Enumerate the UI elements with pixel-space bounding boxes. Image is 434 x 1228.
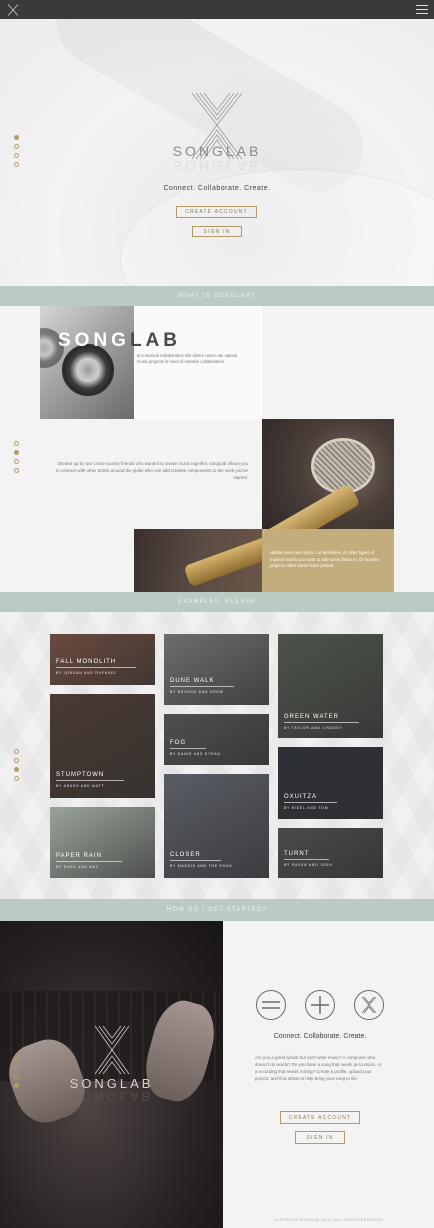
example-tile[interactable]: STUMPTOWN BY ARASH AND MATT — [50, 694, 155, 798]
example-tile[interactable]: FALL MONOLITH BY JORDAN AND RAPHAEL — [50, 634, 155, 685]
upload-card: Upload your own lyrics, compositions, or… — [262, 529, 394, 592]
tile-byline: BY ARASH AND MATT — [56, 784, 105, 788]
hero-brand-reflection: SONGLAB — [172, 158, 262, 174]
started-tagline: Connect. Collaborate. Create. — [273, 1033, 367, 1040]
songlab-x-icon — [354, 990, 384, 1020]
tile-byline: BY DUKE AND AMY — [56, 865, 99, 869]
tile-byline: BY DANIE AND ETHAN — [170, 752, 221, 756]
tile-byline: BY TAYLOR AND LINDSEY — [284, 726, 343, 730]
upload-text: Upload your own lyrics, compositions, or… — [270, 550, 379, 568]
tile-title: CLOSER — [170, 852, 221, 861]
tile-title: GREEN WATER — [284, 714, 360, 723]
get-started-band: HOW DO I GET STARTED? — [0, 899, 434, 921]
tile-title: TURNT — [284, 851, 330, 860]
section-dot[interactable] — [14, 1074, 19, 1079]
tile-title: DUNE WALK — [170, 678, 235, 687]
piano-photo: SONGLAB SONGLAB — [0, 921, 223, 1228]
examples-section-dots — [14, 749, 19, 781]
about-intro: is a musical collaboration site where us… — [137, 353, 238, 364]
example-tile[interactable]: TURNT BY RAVEN AND JOSH — [278, 828, 383, 878]
tile-title: STUMPTOWN — [56, 772, 125, 781]
hero-section: SONGLAB SONGLAB Connect. Collaborate. Cr… — [0, 19, 434, 286]
equals-icon — [256, 990, 286, 1020]
copyright: COPYRIGHT SONGLAB 2015 | ALL RIGHTS RESE… — [273, 1218, 384, 1222]
section-dot[interactable] — [14, 1056, 19, 1061]
what-is-songlab-band: WHAT IS SONGLAB? — [0, 286, 434, 306]
plus-icon — [305, 990, 335, 1020]
songlab-logo-icon[interactable] — [6, 3, 20, 17]
about-story: Dreamt up by two cross-country friends w… — [56, 461, 248, 480]
example-tile[interactable]: DUNE WALK BY BROOKE AND DREW — [164, 634, 269, 705]
songlab-logo-icon — [94, 1025, 130, 1075]
about-title: SONGLAB — [58, 330, 182, 351]
tile-byline: BY RIDEL AND TOM — [284, 806, 329, 810]
example-tile[interactable]: OXUITZA BY RIDEL AND TOM — [278, 747, 383, 819]
example-tile[interactable]: CLOSER BY MADDIE AND THE ROAD — [164, 774, 269, 878]
section-dot[interactable] — [14, 135, 19, 140]
section-dot[interactable] — [14, 749, 19, 754]
section-dot[interactable] — [14, 441, 19, 446]
section-dot[interactable] — [14, 767, 19, 772]
microphone-photo — [262, 419, 394, 529]
hero-brand: SONGLAB — [172, 143, 262, 159]
section-dot[interactable] — [14, 450, 19, 455]
section-dot[interactable] — [14, 1083, 19, 1088]
piano-brand-reflection: SONGLAB — [69, 1089, 154, 1104]
tile-byline: BY BROOKE AND DREW — [170, 690, 224, 694]
section-dot[interactable] — [14, 776, 19, 781]
get-started-section: SONGLAB SONGLAB Connect. Collaborate. Cr… — [0, 921, 434, 1228]
tile-byline: BY JORDAN AND RAPHAEL — [56, 671, 117, 675]
tile-byline: BY RAVEN AND JOSH — [284, 863, 333, 867]
page: SONGLAB SONGLAB Connect. Collaborate. Cr… — [0, 0, 434, 1228]
hero-tagline: Connect. Collaborate. Create. — [163, 185, 271, 192]
create-account-button-2[interactable]: CREATE ACCOUNT — [280, 1111, 360, 1124]
examples-section: FALL MONOLITH BY JORDAN AND RAPHAEL STUM… — [0, 612, 434, 899]
example-tile[interactable]: FOG BY DANIE AND ETHAN — [164, 714, 269, 765]
top-bar — [0, 0, 434, 19]
tile-title: FOG — [170, 740, 206, 749]
microphone-photo-2 — [134, 529, 262, 592]
started-section-dots — [14, 1056, 19, 1088]
section-dot[interactable] — [14, 1065, 19, 1070]
about-section-dots — [14, 441, 19, 473]
speaker-photo — [40, 306, 134, 419]
sign-in-button-2[interactable]: SIGN IN — [295, 1131, 345, 1144]
started-text: Are you a great lyricist but can't write… — [255, 1055, 382, 1081]
section-dot[interactable] — [14, 459, 19, 464]
example-tile[interactable]: PAPER RAIN BY DUKE AND AMY — [50, 807, 155, 878]
section-dot[interactable] — [14, 758, 19, 763]
tile-title: PAPER RAIN — [56, 853, 122, 862]
sign-in-button[interactable]: SIGN IN — [192, 226, 242, 237]
hamburger-menu-icon[interactable] — [416, 5, 428, 14]
examples-band: EXAMPLES, PLEASE — [0, 592, 434, 612]
create-account-button[interactable]: CREATE ACCOUNT — [176, 206, 257, 218]
tile-title: OXUITZA — [284, 794, 338, 803]
example-tile[interactable]: GREEN WATER BY TAYLOR AND LINDSEY — [278, 634, 383, 738]
about-section: SONGLAB is a musical collaboration site … — [0, 306, 434, 592]
section-dot[interactable] — [14, 468, 19, 473]
tile-title: FALL MONOLITH — [56, 659, 137, 668]
tile-byline: BY MADDIE AND THE ROAD — [170, 864, 233, 868]
